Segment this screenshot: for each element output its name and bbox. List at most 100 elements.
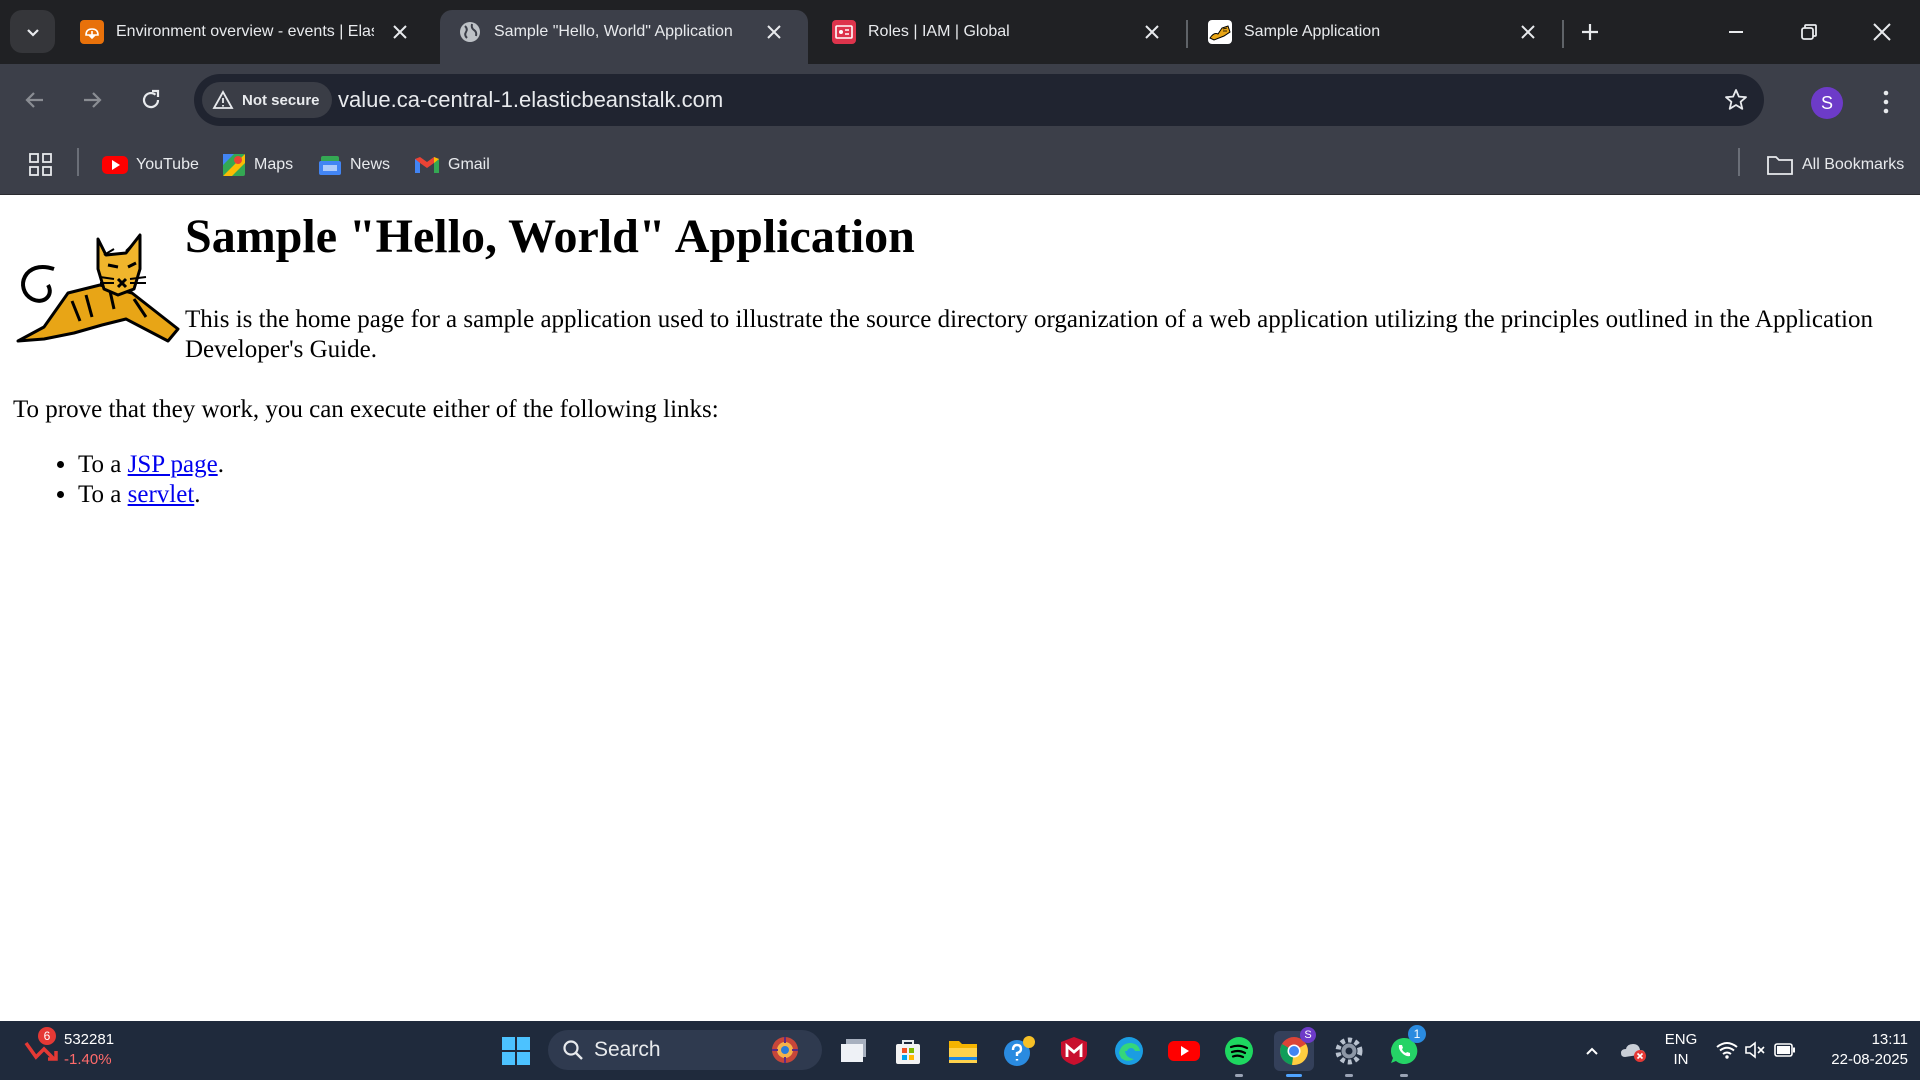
bookmark-star-button[interactable]: [1720, 84, 1752, 116]
url-text[interactable]: value.ca-central-1.elasticbeanstalk.com: [338, 86, 723, 114]
intro-paragraph: This is the home page for a sample appli…: [185, 306, 1873, 363]
iam-icon: [832, 20, 856, 44]
close-icon[interactable]: [762, 20, 786, 44]
folder-icon: [949, 1041, 977, 1063]
folder-icon: [1767, 156, 1793, 175]
whatsapp-badge: 1: [1408, 1025, 1426, 1043]
close-icon[interactable]: [388, 20, 412, 44]
page-content: Sample "Hello, World" Application This i…: [0, 195, 1920, 1021]
restore-icon: [1801, 24, 1817, 40]
running-indicator: [1400, 1074, 1408, 1077]
stock-badge: 6: [38, 1027, 56, 1045]
search-icon: [563, 1040, 583, 1060]
gmail-icon: [415, 157, 439, 173]
taskbar-edge[interactable]: [1109, 1031, 1149, 1071]
news-icon: [319, 156, 341, 175]
security-label: Not secure: [242, 91, 320, 109]
tab-separator: [1562, 20, 1564, 48]
language-indicator[interactable]: ENG IN: [1664, 1030, 1698, 1070]
profile-avatar[interactable]: S: [1811, 87, 1843, 119]
minimize-button[interactable]: [1716, 14, 1756, 50]
spotify-icon: [1225, 1037, 1253, 1065]
site-security-chip[interactable]: Not secure: [202, 82, 332, 118]
list-item: To a servlet.: [78, 480, 224, 510]
close-icon[interactable]: [1516, 20, 1540, 44]
minimize-icon: [1729, 31, 1743, 33]
all-bookmarks-label: All Bookmarks: [1802, 156, 1905, 173]
bookmark-gmail[interactable]: Gmail: [414, 150, 490, 180]
all-bookmarks-button[interactable]: All Bookmarks: [1766, 150, 1904, 180]
instructions-text: To prove that they work, you can execute…: [13, 396, 719, 423]
new-tab-button[interactable]: [1570, 14, 1610, 50]
taskbar-task-view[interactable]: [834, 1031, 874, 1071]
tab-title: Sample Application: [1244, 23, 1381, 40]
taskbar-settings[interactable]: [1329, 1031, 1369, 1077]
youtube-icon: [1168, 1041, 1200, 1061]
arrow-left-icon: [25, 92, 43, 108]
taskbar-youtube[interactable]: [1164, 1031, 1204, 1071]
taskbar-spotify[interactable]: [1219, 1031, 1259, 1077]
language-line1: ENG: [1664, 1031, 1698, 1048]
show-hidden-icons-button[interactable]: [1572, 1031, 1612, 1071]
windows-icon: [502, 1037, 530, 1065]
bookmark-label: News: [350, 156, 391, 173]
clock[interactable]: 13:11 22-08-2025: [1812, 1030, 1908, 1070]
taskbar-file-explorer[interactable]: [943, 1031, 983, 1071]
stock-widget[interactable]: 6 532281 -1.40%: [24, 1027, 134, 1073]
speaker-muted-icon: [1745, 1041, 1765, 1059]
bookmark-maps[interactable]: Maps: [222, 150, 293, 180]
tab-hello-world[interactable]: Sample "Hello, World" Application: [440, 10, 808, 64]
start-button[interactable]: [496, 1031, 536, 1071]
cloud-error-icon: [1621, 1044, 1646, 1062]
arrow-right-icon: [84, 92, 102, 108]
forward-button[interactable]: [72, 80, 112, 120]
taskbar-help[interactable]: [999, 1031, 1039, 1071]
taskbar-whatsapp[interactable]: 1: [1384, 1025, 1426, 1077]
quick-settings[interactable]: [1716, 1035, 1800, 1065]
page-title: Sample "Hello, World" Application: [185, 210, 915, 263]
link-prefix: To a: [78, 451, 128, 478]
browser-menu-button[interactable]: [1870, 84, 1902, 120]
bookmarks-bar: YouTube Maps News Gmail All Bookmarks: [0, 136, 1920, 195]
elastic-beanstalk-icon: [80, 20, 104, 44]
tab-strip: Environment overview - events | Elastic …: [0, 0, 1920, 64]
close-icon[interactable]: [1140, 20, 1164, 44]
help-icon: [1004, 1036, 1035, 1066]
bookmark-news[interactable]: News: [318, 150, 390, 180]
jsp-page-link[interactable]: JSP page: [128, 451, 218, 478]
tab-roles-iam[interactable]: Roles | IAM | Global: [814, 10, 1186, 64]
tab-title: Roles | IAM | Global: [868, 23, 1010, 40]
running-indicator: [1345, 1074, 1353, 1077]
taskbar-search[interactable]: Search: [548, 1030, 822, 1070]
restore-button[interactable]: [1789, 14, 1829, 50]
taskbar-mcafee[interactable]: [1054, 1031, 1094, 1071]
warning-icon: [212, 90, 234, 109]
taskbar-store[interactable]: [888, 1031, 928, 1071]
battery-icon: [1774, 1043, 1795, 1057]
reload-button[interactable]: [131, 80, 171, 120]
back-button[interactable]: [15, 80, 55, 120]
list-item: To a JSP page.: [78, 450, 224, 480]
search-label: Search: [594, 1038, 661, 1061]
taskbar-chrome[interactable]: S: [1274, 1027, 1316, 1077]
address-bar[interactable]: Not secure value.ca-central-1.elasticbea…: [194, 74, 1764, 126]
running-indicator: [1286, 1074, 1302, 1077]
tab-sample-application[interactable]: Sample Application: [1190, 10, 1562, 64]
bookmark-youtube[interactable]: YouTube: [102, 150, 199, 180]
tab-search-button[interactable]: [10, 10, 55, 53]
servlet-link[interactable]: servlet: [128, 481, 195, 508]
tab-separator: [1186, 20, 1188, 48]
bookmark-label: YouTube: [136, 156, 199, 173]
tray-onedrive[interactable]: [1614, 1031, 1654, 1071]
link-suffix: .: [194, 481, 201, 508]
tab-environment-overview[interactable]: Environment overview - events | Elastic …: [62, 10, 434, 64]
search-highlight-icon: [772, 1037, 798, 1063]
clock-time: 13:11: [1871, 1031, 1908, 1048]
edge-icon: [1115, 1037, 1143, 1065]
task-view-icon: [841, 1039, 866, 1062]
apps-button[interactable]: [28, 150, 54, 180]
close-window-button[interactable]: [1862, 14, 1902, 50]
bookmark-label: Gmail: [448, 156, 490, 173]
clock-date: 22-08-2025: [1831, 1051, 1908, 1068]
apps-grid-icon: [29, 153, 52, 176]
